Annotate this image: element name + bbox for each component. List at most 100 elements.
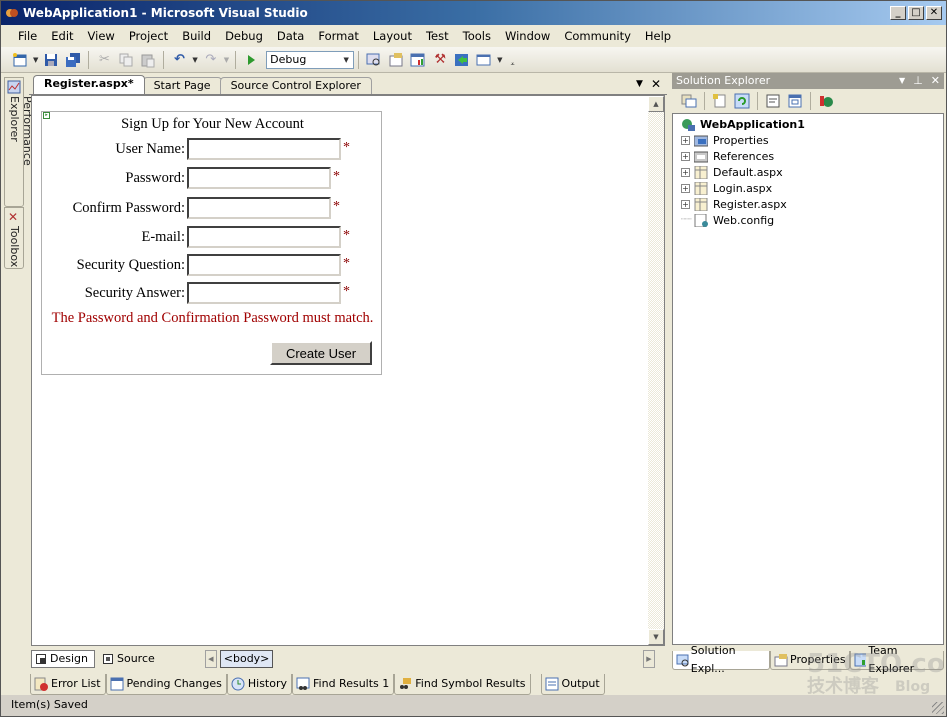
tab-find-results-1[interactable]: Find Results 1 xyxy=(292,674,395,695)
find-in-files-icon[interactable] xyxy=(364,50,384,70)
tree-node[interactable]: + Register.aspx xyxy=(681,196,787,212)
redo-dropdown-icon[interactable]: ▼ xyxy=(224,56,229,64)
save-all-icon[interactable] xyxy=(63,50,83,70)
email-input[interactable] xyxy=(187,226,341,248)
password-input[interactable] xyxy=(187,167,331,189)
tree-node[interactable]: + Default.aspx xyxy=(681,164,783,180)
menu-debug[interactable]: Debug xyxy=(218,29,270,43)
scroll-down-icon[interactable]: ▼ xyxy=(648,629,664,645)
confirm-password-input[interactable] xyxy=(187,197,331,219)
menu-help[interactable]: Help xyxy=(638,29,678,43)
tools-icon[interactable]: ⚒ xyxy=(430,50,450,70)
resize-grip-icon[interactable] xyxy=(932,702,944,714)
tag-breadcrumb-body[interactable]: <body> xyxy=(219,650,274,668)
import-export-icon[interactable] xyxy=(452,50,472,70)
show-all-files-icon[interactable] xyxy=(710,91,730,111)
menu-project[interactable]: Project xyxy=(122,29,175,43)
menu-build[interactable]: Build xyxy=(175,29,218,43)
scroll-up-icon[interactable]: ▲ xyxy=(648,96,664,112)
redo-icon[interactable]: ↷ xyxy=(201,50,221,70)
toolbar-options-icon[interactable]: ⩡ xyxy=(511,60,515,69)
required-indicator: * xyxy=(333,169,340,184)
close-panel-icon[interactable]: ✕ xyxy=(931,73,940,89)
email-label: E-mail: xyxy=(141,229,186,245)
menu-test[interactable]: Test xyxy=(419,29,456,43)
performance-explorer-tab[interactable]: Performance Explorer xyxy=(4,77,34,207)
start-debug-icon[interactable] xyxy=(241,50,261,70)
create-user-button[interactable]: Create User xyxy=(270,341,372,365)
paste-icon[interactable] xyxy=(138,50,158,70)
expand-icon[interactable]: + xyxy=(681,199,690,209)
tab-register-aspx[interactable]: Register.aspx* xyxy=(33,75,145,94)
save-icon[interactable] xyxy=(41,50,61,70)
password-mismatch-error: The Password and Confirmation Password m… xyxy=(51,310,374,326)
tag-navigator-left-icon[interactable]: ◀ xyxy=(204,650,217,668)
tab-error-list[interactable]: Error List xyxy=(30,674,106,695)
design-view-button[interactable]: Design xyxy=(31,650,95,668)
tree-node-project[interactable]: WebApplication1 xyxy=(681,116,805,132)
security-question-input[interactable] xyxy=(187,254,341,276)
security-answer-input[interactable] xyxy=(187,282,341,304)
tab-find-symbol-results[interactable]: Find Symbol Results xyxy=(394,674,531,695)
tab-list-dropdown-icon[interactable]: ▼ xyxy=(636,77,643,91)
expand-icon[interactable]: + xyxy=(681,135,690,145)
vertical-scrollbar[interactable]: ▲ ▼ xyxy=(648,96,664,645)
class-diagram-icon[interactable] xyxy=(816,91,836,111)
tab-start-page[interactable]: Start Page xyxy=(142,77,222,94)
expand-icon[interactable]: + xyxy=(681,183,690,193)
toolbar-separator xyxy=(235,50,237,69)
close-document-icon[interactable]: ✕ xyxy=(651,77,661,91)
view-designer-icon[interactable] xyxy=(785,91,805,111)
object-browser-icon[interactable] xyxy=(408,50,428,70)
menu-data[interactable]: Data xyxy=(270,29,311,43)
cut-icon[interactable]: ✂ xyxy=(94,50,114,70)
solution-configuration-select[interactable]: Debug ▼ xyxy=(266,50,355,69)
user-name-label: User Name: xyxy=(115,141,185,157)
design-surface[interactable]: ▸ Sign Up for Your New Account User Name… xyxy=(31,95,665,646)
menu-edit[interactable]: Edit xyxy=(44,29,80,43)
undo-dropdown-icon[interactable]: ▼ xyxy=(192,56,197,64)
toolbar-separator xyxy=(88,50,90,69)
tab-output[interactable]: Output xyxy=(540,674,605,695)
expand-icon[interactable]: + xyxy=(681,167,690,177)
tree-node[interactable]: + References xyxy=(681,148,774,164)
properties-window-icon[interactable] xyxy=(386,50,406,70)
menu-window[interactable]: Window xyxy=(498,29,557,43)
solution-properties-icon[interactable] xyxy=(679,91,699,111)
watermark-blog: Blog xyxy=(895,679,931,695)
minimize-button[interactable]: _ xyxy=(890,6,906,20)
tab-pending-changes[interactable]: Pending Changes xyxy=(105,674,227,695)
user-name-input[interactable] xyxy=(187,138,341,160)
tab-source-control-explorer[interactable]: Source Control Explorer xyxy=(219,77,372,94)
menu-file[interactable]: File xyxy=(11,29,44,43)
new-project-icon[interactable] xyxy=(10,50,30,70)
window-position-dropdown-icon[interactable]: ▼ xyxy=(899,73,905,89)
menu-view[interactable]: View xyxy=(81,29,122,43)
maximize-button[interactable]: □ xyxy=(908,6,924,20)
toolbox-tab[interactable]: ✕ Toolbox xyxy=(4,207,24,269)
auto-hide-pin-icon[interactable]: ⊥ xyxy=(913,73,923,89)
expand-icon[interactable]: + xyxy=(681,151,690,161)
command-window-icon[interactable] xyxy=(474,50,494,70)
find-results-icon xyxy=(296,677,310,690)
tag-navigator-right-icon[interactable]: ▶ xyxy=(643,650,655,668)
find-symbol-results-icon xyxy=(400,678,412,689)
tree-node[interactable]: ┈┈ Web.config xyxy=(681,212,774,228)
new-project-dropdown-icon[interactable]: ▼ xyxy=(33,56,38,64)
undo-icon[interactable]: ↶ xyxy=(169,50,189,70)
copy-icon[interactable] xyxy=(116,50,136,70)
tab-solution-explorer[interactable]: Solution Expl... xyxy=(672,644,770,675)
refresh-icon[interactable] xyxy=(732,91,752,111)
close-button[interactable]: ✕ xyxy=(926,6,942,20)
history-label: History xyxy=(247,677,288,690)
source-view-button[interactable]: Source xyxy=(99,650,161,668)
menu-layout[interactable]: Layout xyxy=(366,29,419,43)
menu-community[interactable]: Community xyxy=(557,29,638,43)
tree-node[interactable]: + Properties xyxy=(681,132,769,148)
tab-history[interactable]: History xyxy=(226,674,293,695)
view-code-icon[interactable] xyxy=(763,91,783,111)
menu-tools[interactable]: Tools xyxy=(456,29,498,43)
tree-node[interactable]: + Login.aspx xyxy=(681,180,772,196)
toolbar-dropdown-icon[interactable]: ▼ xyxy=(497,56,502,64)
menu-format[interactable]: Format xyxy=(311,29,366,43)
